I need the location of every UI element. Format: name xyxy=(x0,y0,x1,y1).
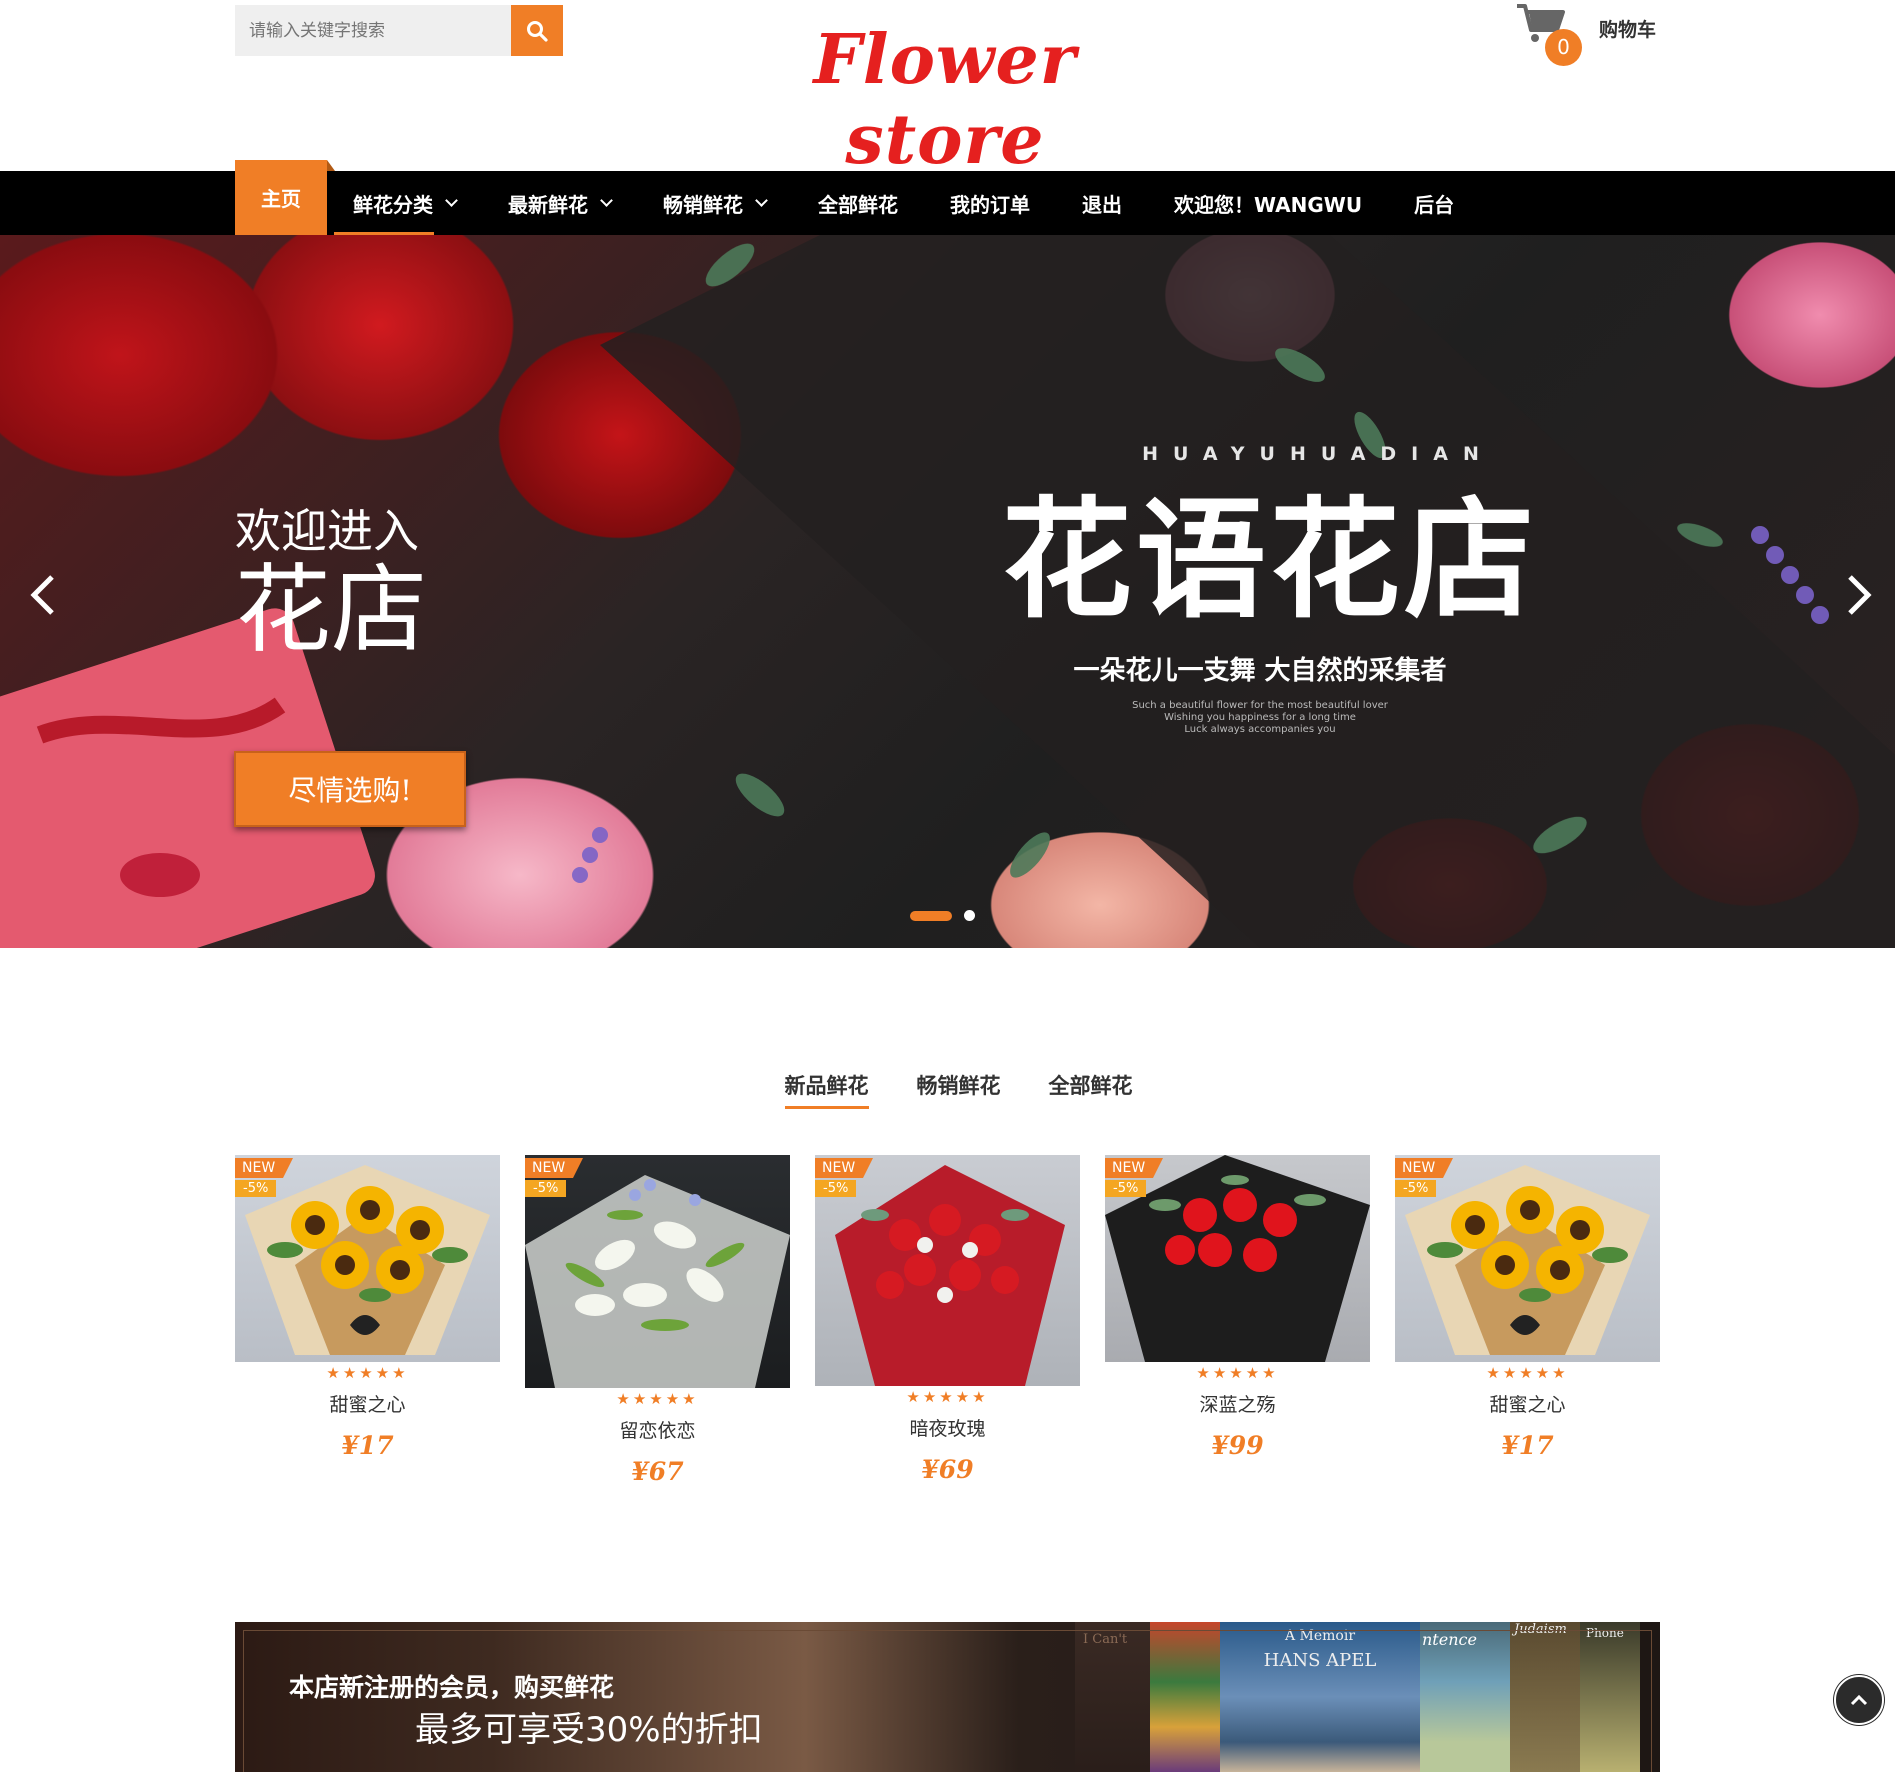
discount-badge: -5% xyxy=(1395,1180,1437,1197)
hero-shop-name: 花语花店 xyxy=(1001,484,1538,636)
slider-dot[interactable] xyxy=(964,910,975,921)
rating-stars: ★★★★★ xyxy=(1196,1364,1279,1382)
rating-stars: ★★★★★ xyxy=(1486,1364,1569,1382)
product-name[interactable]: 留恋依恋 xyxy=(525,1416,790,1443)
product-name[interactable]: 深蓝之殇 xyxy=(1105,1390,1370,1417)
product-image[interactable]: NEW -5% xyxy=(235,1155,500,1362)
main-nav: 主页 鲜花分类 最新鲜花 畅销鲜花 全部鲜花 我的订单 退出 欢迎您！WANGW… xyxy=(0,160,1895,235)
hero-small-text: Such a beautiful flower for the most bea… xyxy=(1100,700,1420,736)
product-card[interactable]: NEW -5% ★★★★★ 暗夜玫瑰 ¥69 xyxy=(815,1155,1080,1484)
nav-label: 主页 xyxy=(261,187,301,211)
product-card[interactable]: NEW -5% ★★★★★ 深蓝之殇 ¥99 xyxy=(1105,1155,1370,1460)
product-price: ¥17 xyxy=(1501,1431,1554,1460)
product-tabs: 新品鲜花 畅销鲜花 全部鲜花 xyxy=(0,1070,1895,1109)
nav-label: 我的订单 xyxy=(950,192,1030,217)
hero-latin-text: HUAYUHUADIAN xyxy=(1142,443,1494,465)
tab-bestsellers[interactable]: 畅销鲜花 xyxy=(917,1070,1001,1109)
cart-icon: 0 xyxy=(1515,2,1582,66)
chevron-down-icon xyxy=(755,194,768,207)
hero-subtitle: 欢迎进入 xyxy=(235,504,419,558)
product-name[interactable]: 暗夜玫瑰 xyxy=(815,1414,1080,1441)
discount-badge: -5% xyxy=(525,1180,567,1197)
chevron-down-icon xyxy=(600,194,613,207)
nav-label: 欢迎您！WANGWU xyxy=(1174,192,1363,217)
product-card[interactable]: NEW -5% ★★★★★ 甜蜜之心 ¥17 xyxy=(235,1155,500,1460)
tab-all-flowers[interactable]: 全部鲜花 xyxy=(1049,1070,1133,1109)
promo-banner[interactable]: I Can't A Memoir HANS APEL ntence Judais… xyxy=(235,1622,1660,1772)
product-card[interactable]: NEW -5% ★★★★★ 甜蜜之心 ¥17 xyxy=(1395,1155,1660,1460)
nav-label: 畅销鲜花 xyxy=(663,192,743,217)
nav-admin[interactable]: 后台 xyxy=(1388,171,1480,235)
chevron-down-icon xyxy=(445,194,458,207)
search-bar xyxy=(235,5,563,56)
new-badge: NEW xyxy=(1105,1158,1164,1178)
search-button[interactable] xyxy=(511,5,563,56)
new-badge: NEW xyxy=(235,1158,294,1178)
nav-label: 全部鲜花 xyxy=(818,192,898,217)
nav-label: 最新鲜花 xyxy=(508,192,588,217)
site-logo[interactable]: Flower store xyxy=(730,20,1160,180)
product-image[interactable]: NEW -5% xyxy=(1105,1155,1370,1362)
discount-badge: -5% xyxy=(815,1180,857,1197)
hero-small-line: Wishing you happiness for a long time xyxy=(1164,712,1356,723)
nav-logout[interactable]: 退出 xyxy=(1056,171,1148,235)
search-icon xyxy=(527,20,548,42)
nav-new-flowers[interactable]: 最新鲜花 xyxy=(482,171,637,235)
cart-label: 购物车 xyxy=(1599,18,1657,41)
chevron-up-icon xyxy=(1850,1694,1868,1706)
nav-label: 退出 xyxy=(1082,192,1122,217)
discount-badge: -5% xyxy=(235,1180,277,1197)
new-badge: NEW xyxy=(815,1158,874,1178)
discount-badge: -5% xyxy=(1105,1180,1147,1197)
hero-slogan: 一朵花儿一支舞 大自然的采集者 xyxy=(1073,656,1447,686)
nav-label: 鲜花分类 xyxy=(353,192,433,217)
product-image[interactable]: NEW -5% xyxy=(1395,1155,1660,1362)
banner-line-2: 最多可享受30%的折扣 xyxy=(415,1710,763,1750)
new-badge: NEW xyxy=(525,1158,584,1178)
hero-small-line: Luck always accompanies you xyxy=(1184,724,1336,735)
product-name[interactable]: 甜蜜之心 xyxy=(1395,1390,1660,1417)
tab-new-flowers[interactable]: 新品鲜花 xyxy=(784,1070,869,1109)
rating-stars: ★★★★★ xyxy=(906,1388,989,1406)
slider-next-button[interactable] xyxy=(1840,565,1880,625)
nav-my-orders[interactable]: 我的订单 xyxy=(924,171,1056,235)
banner-line-1: 本店新注册的会员，购买鲜花 xyxy=(289,1673,615,1702)
new-badge: NEW xyxy=(1395,1158,1454,1178)
shop-now-button[interactable]: 尽情选购! xyxy=(234,751,466,827)
slider-pagination xyxy=(910,910,975,921)
product-card[interactable]: NEW -5% ★★★★★ 留恋依恋 ¥67 xyxy=(525,1155,790,1486)
product-price: ¥69 xyxy=(921,1455,974,1484)
nav-label: 后台 xyxy=(1414,192,1455,217)
nav-home[interactable]: 主页 xyxy=(235,160,335,235)
product-price: ¥17 xyxy=(341,1431,394,1460)
search-input[interactable] xyxy=(235,5,511,56)
slider-dot-active[interactable] xyxy=(910,910,952,921)
chevron-left-icon xyxy=(30,575,54,615)
product-image[interactable]: NEW -5% xyxy=(525,1155,790,1388)
nav-bestsellers[interactable]: 畅销鲜花 xyxy=(637,171,792,235)
nav-all-flowers[interactable]: 全部鲜花 xyxy=(792,171,924,235)
product-image[interactable]: NEW -5% xyxy=(815,1155,1080,1386)
product-price: ¥99 xyxy=(1211,1431,1264,1460)
cart-button[interactable]: 0 购物车 xyxy=(1515,2,1657,66)
hero-slider: HUAYUHUADIAN 花语花店 一朵花儿一支舞 大自然的采集者 Such a… xyxy=(0,235,1895,948)
hero-small-line: Such a beautiful flower for the most bea… xyxy=(1132,700,1388,711)
nav-welcome-user[interactable]: 欢迎您！WANGWU xyxy=(1148,171,1388,235)
rating-stars: ★★★★★ xyxy=(326,1364,409,1382)
hero-title: 花店 xyxy=(235,554,427,666)
cart-count-badge: 0 xyxy=(1545,29,1582,66)
product-price: ¥67 xyxy=(631,1457,684,1486)
rating-stars: ★★★★★ xyxy=(616,1390,699,1408)
nav-categories[interactable]: 鲜花分类 xyxy=(327,171,482,235)
product-name[interactable]: 甜蜜之心 xyxy=(235,1390,500,1417)
slider-prev-button[interactable] xyxy=(22,565,62,625)
chevron-right-icon xyxy=(1848,575,1872,615)
back-to-top-button[interactable] xyxy=(1834,1675,1884,1725)
